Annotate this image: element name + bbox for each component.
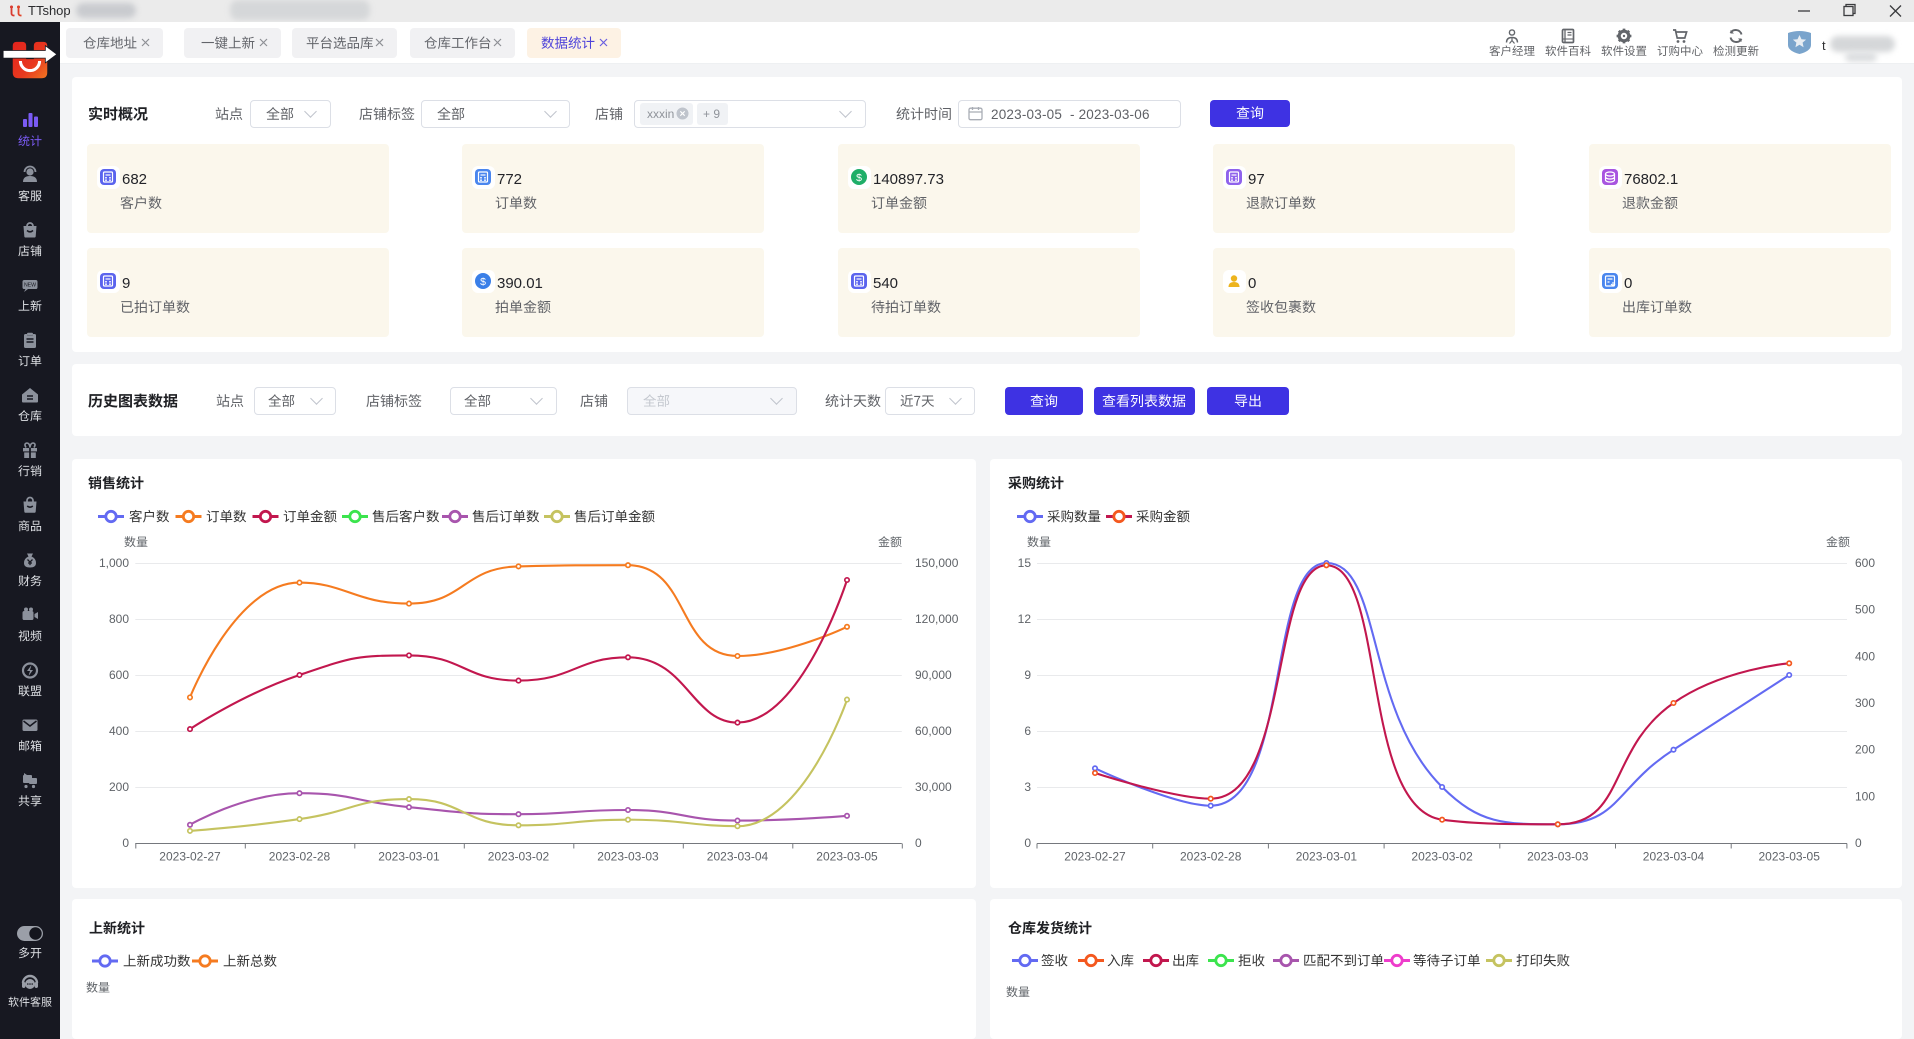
svg-text:0: 0 [915,836,922,850]
svg-text:500: 500 [1855,603,1875,617]
svg-text:2023-03-04: 2023-03-04 [1643,850,1705,864]
svg-text:0: 0 [1024,836,1031,850]
svg-text:2023-03-02: 2023-03-02 [488,850,550,864]
svg-text:0: 0 [122,836,129,850]
svg-text:9: 9 [1024,668,1031,682]
svg-text:120,000: 120,000 [915,612,959,626]
svg-text:600: 600 [1855,556,1875,570]
svg-text:2023-03-02: 2023-03-02 [1411,850,1473,864]
svg-text:2023-02-28: 2023-02-28 [269,850,331,864]
svg-text:800: 800 [109,612,129,626]
svg-text:$: $ [856,172,862,184]
svg-text:15: 15 [1018,556,1032,570]
svg-text:2023-03-03: 2023-03-03 [1527,850,1589,864]
svg-text:300: 300 [1855,696,1875,710]
svg-text:2023-03-03: 2023-03-03 [597,850,659,864]
svg-text:60,000: 60,000 [915,724,952,738]
svg-text:150,000: 150,000 [915,556,959,570]
svg-text:200: 200 [109,780,129,794]
svg-text:2023-03-04: 2023-03-04 [707,850,769,864]
svg-text:2023-02-27: 2023-02-27 [159,850,221,864]
svg-text:3: 3 [1024,780,1031,794]
svg-text:100: 100 [1855,789,1875,803]
svg-text:400: 400 [1855,649,1875,663]
svg-text:400: 400 [109,724,129,738]
svg-text:0: 0 [1855,836,1862,850]
svg-text:200: 200 [1855,743,1875,757]
svg-text:600: 600 [109,668,129,682]
svg-text:2023-02-27: 2023-02-27 [1064,850,1126,864]
svg-text:2023-03-05: 2023-03-05 [1759,850,1821,864]
svg-text:1,000: 1,000 [99,556,129,570]
svg-text:2023-02-28: 2023-02-28 [1180,850,1242,864]
svg-text:6: 6 [1024,724,1031,738]
svg-text:2023-03-01: 2023-03-01 [378,850,440,864]
svg-text:12: 12 [1018,612,1032,626]
svg-text:90,000: 90,000 [915,668,952,682]
svg-text:$: $ [480,276,486,288]
svg-text:30,000: 30,000 [915,780,952,794]
svg-text:2023-03-01: 2023-03-01 [1296,850,1358,864]
svg-text:2023-03-05: 2023-03-05 [816,850,878,864]
svg-text:NEW: NEW [24,283,36,289]
